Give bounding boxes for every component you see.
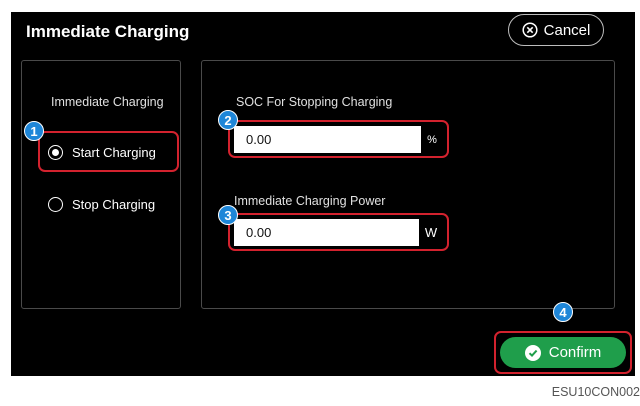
cancel-label: Cancel bbox=[543, 21, 591, 39]
step-badge-1: 1 bbox=[24, 121, 44, 141]
close-circle-icon bbox=[522, 22, 538, 38]
soc-label: SOC For Stopping Charging bbox=[236, 95, 393, 109]
confirm-label: Confirm bbox=[548, 344, 602, 361]
mode-heading: Immediate Charging bbox=[51, 95, 164, 109]
step-badge-2: 2 bbox=[218, 110, 238, 130]
power-field[interactable]: 0.00 W bbox=[234, 219, 443, 246]
radio-selected-icon[interactable] bbox=[48, 145, 63, 160]
stop-charging-option[interactable]: Stop Charging bbox=[48, 197, 155, 212]
soc-field[interactable]: 0.00 % bbox=[234, 126, 443, 153]
page-title: Immediate Charging bbox=[26, 22, 190, 41]
stop-charging-label: Stop Charging bbox=[72, 197, 156, 212]
cancel-button[interactable]: Cancel bbox=[508, 14, 604, 46]
radio-unselected-icon[interactable] bbox=[48, 197, 63, 212]
power-input[interactable]: 0.00 bbox=[234, 219, 419, 246]
soc-unit: % bbox=[427, 133, 437, 146]
power-label: Immediate Charging Power bbox=[234, 194, 386, 208]
check-circle-icon bbox=[524, 344, 541, 361]
figure-code: ESU10CON002 bbox=[551, 385, 640, 399]
step-badge-3: 3 bbox=[218, 205, 238, 225]
start-charging-option[interactable]: Start Charging bbox=[48, 145, 156, 160]
confirm-button[interactable]: Confirm bbox=[500, 337, 626, 368]
power-unit: W bbox=[424, 225, 438, 240]
step-badge-4: 4 bbox=[553, 302, 573, 322]
soc-input[interactable]: 0.00 bbox=[234, 126, 421, 153]
start-charging-label: Start Charging bbox=[72, 145, 156, 160]
